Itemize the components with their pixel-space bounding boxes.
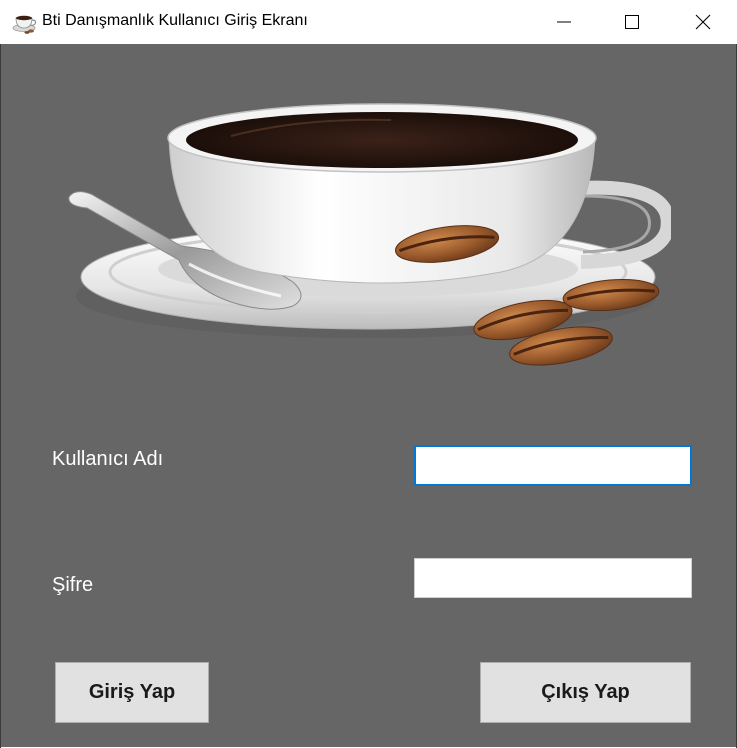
password-label: Şifre (52, 574, 94, 596)
password-input[interactable] (414, 558, 692, 598)
close-button[interactable] (680, 0, 726, 44)
close-icon (695, 14, 711, 30)
maximize-button[interactable] (609, 0, 655, 44)
login-window: Bti Danışmanlık Kullanıcı Giriş Ekranı K… (0, 0, 737, 748)
username-input[interactable] (414, 445, 692, 486)
coffee-cup-image (68, 103, 671, 366)
username-label: Kullanıcı Adı (52, 448, 164, 470)
login-button[interactable]: Giriş Yap (55, 662, 209, 723)
minimize-icon (557, 21, 571, 23)
form-area: Kullanıcı Adı Şifre Giriş Yap Çıkış Yap (1, 44, 736, 747)
minimize-button[interactable] (541, 0, 587, 44)
maximize-icon (625, 15, 639, 29)
window-border-left (0, 44, 1, 748)
window-title: Bti Danışmanlık Kullanıcı Giriş Ekranı (42, 12, 308, 29)
title-bar[interactable]: Bti Danışmanlık Kullanıcı Giriş Ekranı (0, 0, 737, 44)
coffee-cup-icon (12, 9, 38, 35)
exit-button[interactable]: Çıkış Yap (480, 662, 691, 723)
